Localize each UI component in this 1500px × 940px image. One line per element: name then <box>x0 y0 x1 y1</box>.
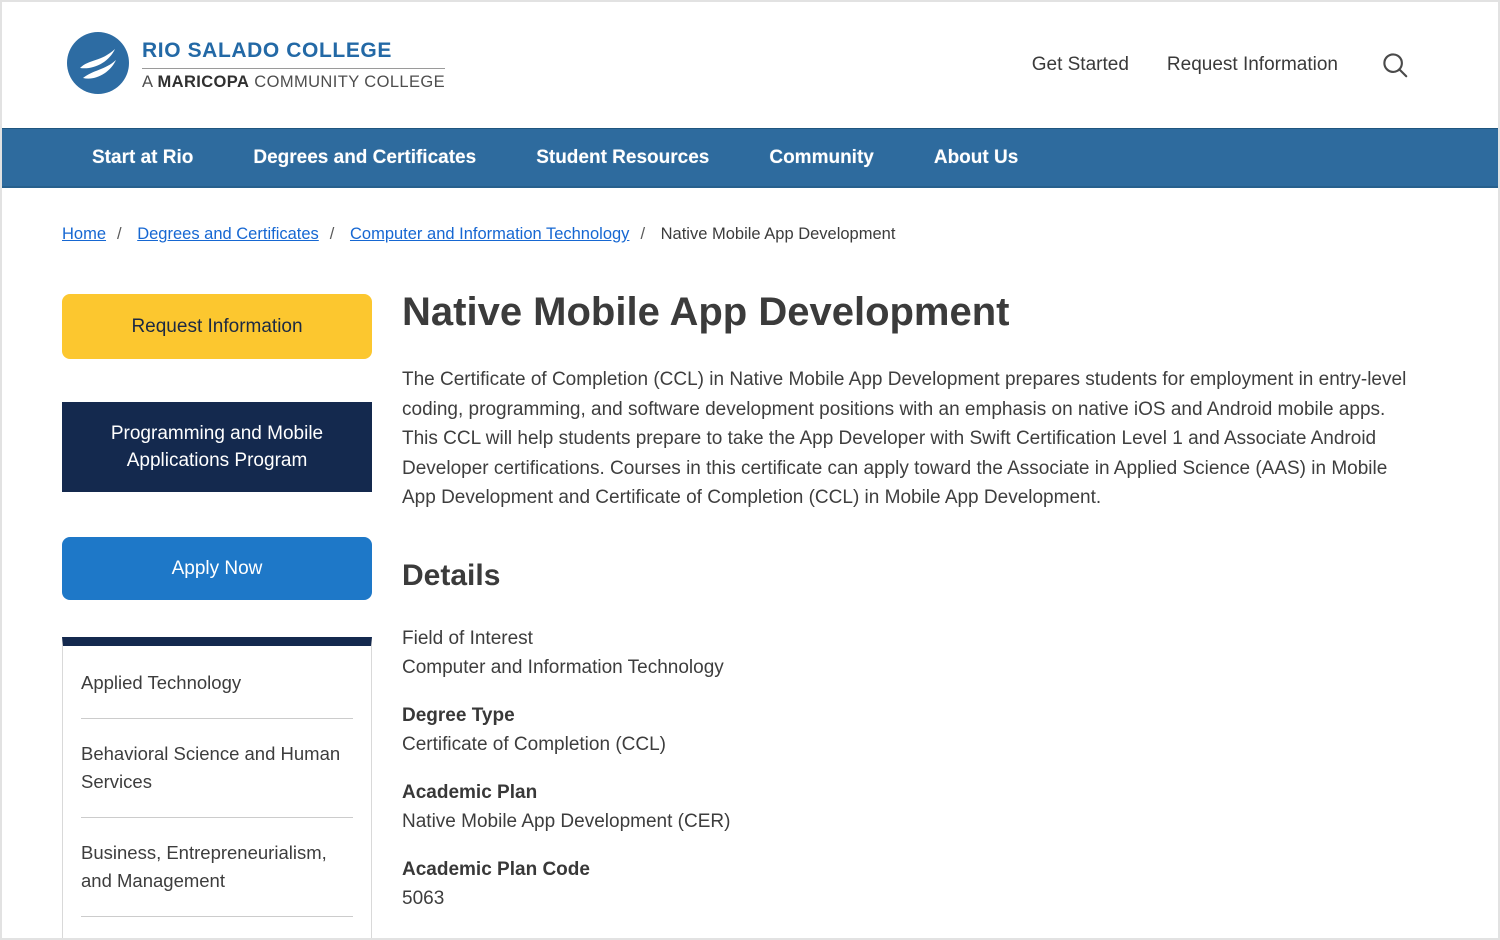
program-description: The Certificate of Completion (CCL) in N… <box>402 365 1424 513</box>
page: RIO SALADO COLLEGE A MARICOPA COMMUNITY … <box>0 0 1500 940</box>
breadcrumb-link[interactable]: Home <box>62 225 106 243</box>
details-heading: Details <box>402 559 1453 593</box>
logo-title: RIO SALADO COLLEGE <box>142 39 445 68</box>
logo-text: RIO SALADO COLLEGE A MARICOPA COMMUNITY … <box>142 39 445 92</box>
main-nav: Start at Rio Degrees and Certificates St… <box>2 128 1498 188</box>
nav-item[interactable]: Start at Rio <box>92 147 193 169</box>
breadcrumb-links: Home / Degrees and Certificates / Computer… <box>62 225 661 243</box>
header-link[interactable]: Request Information <box>1167 54 1338 76</box>
breadcrumb-separator: / <box>117 225 122 243</box>
detail-field-label: Degree Type <box>402 701 1453 730</box>
sidebar-category[interactable]: Computer and Information Technology <box>81 916 353 940</box>
breadcrumb-item: Degrees and Certificates / <box>137 225 345 243</box>
sidebar-category[interactable]: Applied Technology <box>81 648 353 718</box>
sidebar-category-label: Applied Technology <box>81 672 241 693</box>
sidebar-category[interactable]: Business, Entrepreneurialism, and Manage… <box>81 817 353 916</box>
detail-field-value: Native Mobile App Development (CER) <box>402 807 1453 836</box>
details-fields: Field of Interest Computer and Informati… <box>402 624 1453 913</box>
page-title: Native Mobile App Development <box>402 289 1453 335</box>
detail-field-value: Certificate of Completion (CCL) <box>402 730 1453 759</box>
detail-field: Academic Plan Code 5063 <box>402 855 1453 913</box>
breadcrumb-link[interactable]: Computer and Information Technology <box>350 225 629 243</box>
header-link[interactable]: Get Started <box>1032 54 1129 76</box>
main-content: Native Mobile App Development The Certif… <box>402 289 1453 932</box>
breadcrumb-separator: / <box>640 225 645 243</box>
detail-field-value: Computer and Information Technology <box>402 653 1453 682</box>
content: Request Information Programming and Mobi… <box>2 244 1498 940</box>
breadcrumb-separator: / <box>330 225 335 243</box>
breadcrumb-item: Computer and Information Technology / <box>350 225 656 243</box>
category-panel: Applied Technology Behavioral Science an… <box>62 637 372 940</box>
detail-field-value: 5063 <box>402 884 1453 913</box>
request-information-button[interactable]: Request Information <box>62 294 372 359</box>
header-utility-links: Get Started Request Information <box>1032 54 1338 76</box>
logo-divider <box>142 68 445 69</box>
sidebar-category[interactable]: Behavioral Science and Human Services <box>81 718 353 817</box>
logo-wave-icon <box>67 32 129 99</box>
detail-field-label: Academic Plan Code <box>402 855 1453 884</box>
breadcrumb-current: Native Mobile App Development <box>661 225 896 243</box>
apply-now-button[interactable]: Apply Now <box>62 537 372 600</box>
breadcrumb-item: Home / <box>62 225 133 243</box>
site-header: RIO SALADO COLLEGE A MARICOPA COMMUNITY … <box>2 2 1498 128</box>
nav-item[interactable]: About Us <box>934 147 1018 169</box>
detail-field: Field of Interest Computer and Informati… <box>402 624 1453 682</box>
logo-subtitle: A MARICOPA COMMUNITY COLLEGE <box>142 73 445 92</box>
nav-item[interactable]: Community <box>769 147 874 169</box>
nav-item[interactable]: Degrees and Certificates <box>253 147 476 169</box>
sidebar-category-label: Behavioral Science and Human Services <box>81 743 340 792</box>
search-icon[interactable] <box>1380 50 1410 80</box>
detail-field: Academic Plan Native Mobile App Developm… <box>402 778 1453 836</box>
breadcrumb: Home / Degrees and Certificates / Computer… <box>2 188 1498 244</box>
sidebar: Request Information Programming and Mobi… <box>62 289 372 940</box>
sidebar-category-label: Business, Entrepreneurialism, and Manage… <box>81 842 327 891</box>
nav-item[interactable]: Student Resources <box>536 147 709 169</box>
detail-field: Degree Type Certificate of Completion (C… <box>402 701 1453 759</box>
detail-field-label: Academic Plan <box>402 778 1453 807</box>
rio-salado-logo[interactable]: RIO SALADO COLLEGE A MARICOPA COMMUNITY … <box>67 32 445 99</box>
breadcrumb-link[interactable]: Degrees and Certificates <box>137 225 319 243</box>
program-link[interactable]: Programming and Mobile Applications Prog… <box>62 402 372 492</box>
detail-field-label: Field of Interest <box>402 624 1453 653</box>
